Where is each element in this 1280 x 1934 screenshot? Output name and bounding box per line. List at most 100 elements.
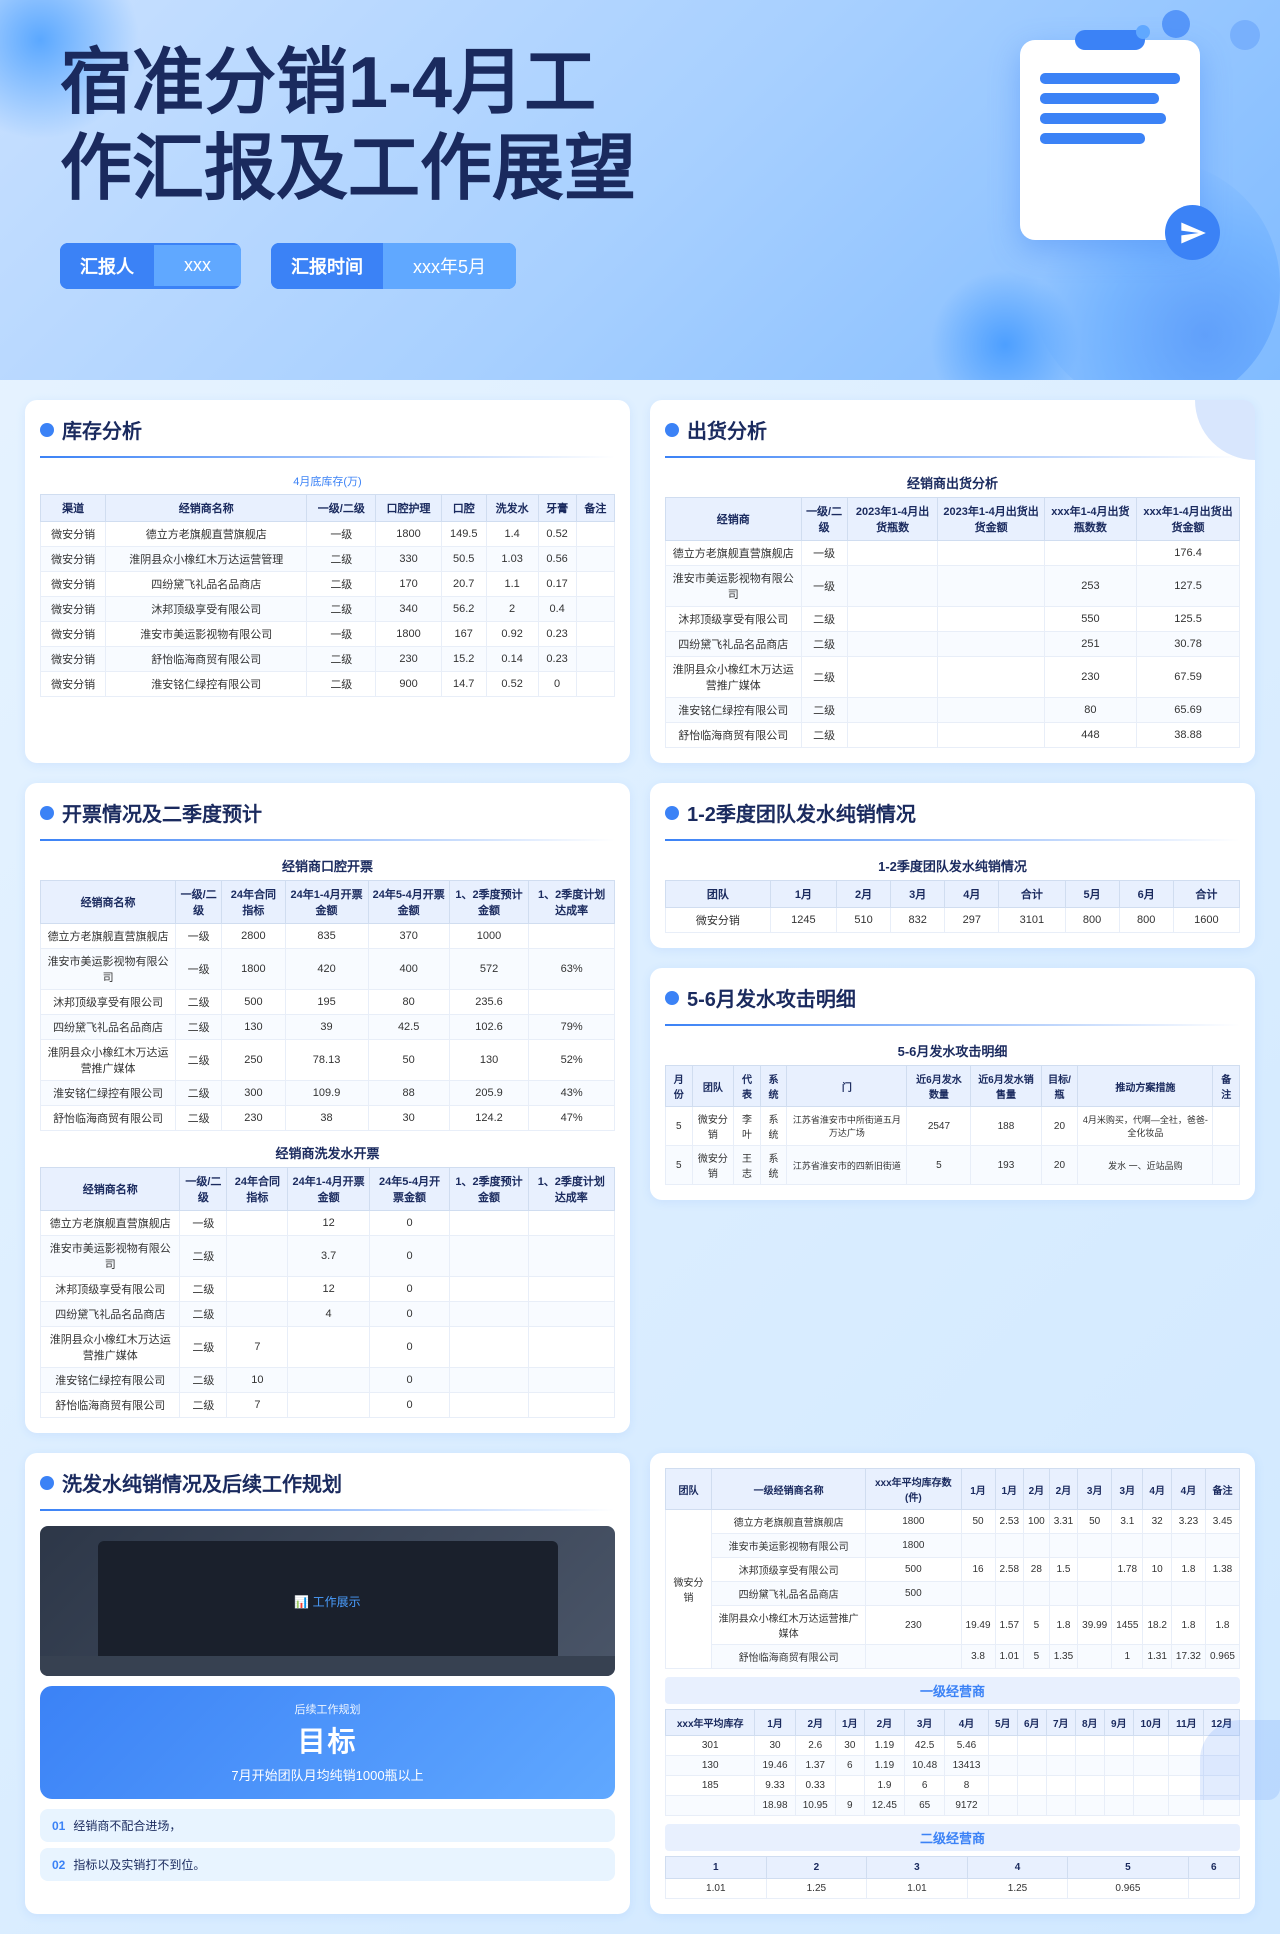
team-sales-underline [665, 839, 1240, 841]
work-item-num: 01 [52, 1819, 65, 1833]
table-row: 微安分销沐邦顶级享受有限公司二级34056.220.4 [41, 597, 615, 622]
time-meta: 汇报时间 xxx年5月 [271, 243, 516, 289]
table-row: 淮阴县众小橡红木万达运营推广媒体二级70 [41, 1327, 615, 1368]
th-channel: 渠道 [41, 495, 106, 522]
table-row: 淮阴县众小橡红木万达运营推广媒体 230 19.491.57 51.8 39.9… [666, 1606, 1240, 1645]
table-row: 301302.6 301.1942.5 5.46 [666, 1736, 1240, 1756]
inventory-card: 库存分析 4月底库存(万) 渠道 经销商名称 一级/二级 口腔护理 口腔 洗发水… [25, 400, 630, 763]
attack-plan-underline [665, 1024, 1240, 1026]
table-row: 四纷黛飞礼品名品商店二级25130.78 [666, 632, 1240, 657]
shipment-title-text: 出货分析 [687, 415, 767, 444]
team-sales-title-text: 1-2季度团队发水纯销情况 [687, 798, 916, 827]
table-row: 淮安市美运影视物有限公司二级3.70 [41, 1236, 615, 1277]
inventory-dot [40, 423, 54, 437]
table-row: 微安分销 1245 510 832 297 3101 800 800 1600 [666, 908, 1240, 933]
th-oral2: 口腔 [441, 495, 486, 522]
invoice-table2: 经销商名称 一级/二级 24年合同指标 24年1-4月开票金额 24年5-4月开… [40, 1167, 615, 1418]
invoice-card: 开票情况及二季度预计 经销商口腔开票 经销商名称 一级/二级 24年合同指标 2… [25, 783, 630, 1433]
deco-tiny-circle [1136, 25, 1150, 39]
table-row: 淮安铭仁绿控有限公司二级8065.69 [666, 698, 1240, 723]
table-row: 舒怡临海商贸有限公司二级70 [41, 1393, 615, 1418]
shipment-table: 经销商 一级/二级 2023年1-4月出货瓶数 2023年1-4月出货出货金额 … [665, 497, 1240, 748]
table-row: 微安分销 德立方老旗舰直营旗舰店 1800 502.53 1003.31 503… [666, 1510, 1240, 1534]
laptop-image: 📊 工作展示 [40, 1526, 615, 1676]
table-row: 四纷黛飞礼品名品商店二级40 [41, 1302, 615, 1327]
table-row: 淮阴县众小橡红木万达运营推广媒体二级25078.135013052% [41, 1040, 615, 1081]
sales-table-card: 团队 一级经销商名称 xxx年平均库存数(件) 1月 1月 2月 2月 3月 3… [650, 1453, 1255, 1914]
sales-main-table: 团队 一级经销商名称 xxx年平均库存数(件) 1月 1月 2月 2月 3月 3… [665, 1468, 1240, 1669]
time-label: 汇报时间 [271, 243, 383, 289]
target-pre-label: 后续工作规划 [60, 1701, 595, 1717]
level2-title: 二级经营商 [665, 1824, 1240, 1851]
table-row: 微安分销淮安市美运影视物有限公司一级18001670.920.23 [41, 622, 615, 647]
shipment-dot [665, 423, 679, 437]
table-row: 5微安分销李叶系统 江苏省淮安市中所街道五月万达广场 254718820 4月米… [666, 1107, 1240, 1146]
table-row: 微安分销淮阴县众小橡红木万达运营管理二级33050.51.030.56 [41, 547, 615, 572]
table-row: 淮安市美运影视物有限公司一级180042040057263% [41, 949, 615, 990]
main-content: 库存分析 4月底库存(万) 渠道 经销商名称 一级/二级 口腔护理 口腔 洗发水… [0, 380, 1280, 1453]
th-oral: 口腔护理 [376, 495, 441, 522]
table-row: 淮阴县众小橡红木万达运营推广媒体二级23067.59 [666, 657, 1240, 698]
laptop-screen: 📊 工作展示 [98, 1541, 558, 1661]
table-row: 舒怡临海商贸有限公司 3.81.01 51.35 1 1.3117.32 0.9… [666, 1645, 1240, 1669]
attack-plan-title: 5-6月发水攻击明细 [665, 983, 1240, 1012]
clipboard-line [1040, 73, 1180, 84]
top-right-deco [1195, 400, 1255, 460]
work-title-text: 洗发水纯销情况及后续工作规划 [62, 1468, 342, 1497]
work-title: 洗发水纯销情况及后续工作规划 [40, 1468, 615, 1497]
attack-plan-card: 5-6月发水攻击明细 5-6月发水攻击明细 月份 团队 代表 系统 门 近6月发… [650, 968, 1255, 1200]
team-sales-card: 1-2季度团队发水纯销情况 1-2季度团队发水纯销情况 团队 1月 2月 3月 … [650, 783, 1255, 948]
clipboard-clip [1075, 30, 1145, 50]
th-level: 一级/二级 [307, 495, 376, 522]
table-row: 5微安分销王志系统 江苏省淮安市的四新旧街道 519320 发水 一、近站品购 [666, 1146, 1240, 1185]
invoice-subtitle2: 经销商洗发水开票 [40, 1143, 615, 1162]
corner-deco [1200, 1720, 1280, 1800]
team-sales-title: 1-2季度团队发水纯销情况 [665, 798, 1240, 827]
reporter-value: xxx [154, 245, 241, 286]
work-item-1: 01 经销商不配合进场， [40, 1809, 615, 1842]
laptop-screen-content: 📊 工作展示 [294, 1593, 360, 1610]
work-item-text2: 指标以及实销打不到位。 [73, 1856, 205, 1873]
level2-table: 1 2 3 4 5 6 1.01 1.25 1.01 1.25 0.965 [665, 1856, 1240, 1899]
attack-plan-title-text: 5-6月发水攻击明细 [687, 983, 856, 1012]
team-sales-subtitle: 1-2季度团队发水纯销情况 [665, 856, 1240, 875]
work-dot [40, 1476, 54, 1490]
clipboard-line [1040, 113, 1166, 124]
attack-plan-dot [665, 991, 679, 1005]
table-row: 淮安市美运影视物有限公司一级253127.5 [666, 566, 1240, 607]
inventory-underline [40, 456, 615, 458]
title-line2: 作汇报及工作展望 [60, 129, 636, 209]
table-row: 微安分销四纷黛飞礼品名品商店二级17020.71.10.17 [41, 572, 615, 597]
top-grid: 库存分析 4月底库存(万) 渠道 经销商名称 一级/二级 口腔护理 口腔 洗发水… [25, 400, 1255, 1433]
th-dealer: 经销商名称 [106, 495, 307, 522]
table-row: 微安分销德立方老旗舰直营旗舰店一级1800149.51.40.52 [41, 522, 615, 547]
target-box: 后续工作规划 目标 7月开始团队月均纯销1000瓶以上 [40, 1686, 615, 1799]
laptop-keyboard [40, 1656, 615, 1676]
invoice-subtitle1: 经销商口腔开票 [40, 856, 615, 875]
table-row: 淮安市美运影视物有限公司 1800 [666, 1534, 1240, 1558]
inventory-table: 渠道 经销商名称 一级/二级 口腔护理 口腔 洗发水 牙膏 备注 微安分销德立方… [40, 494, 615, 697]
table-row: 沐邦顶级享受有限公司二级50019580235.6 [41, 990, 615, 1015]
table-row: 淮安铭仁绿控有限公司二级100 [41, 1368, 615, 1393]
work-section-card: 洗发水纯销情况及后续工作规划 📊 工作展示 后续工作规划 目标 7月开始团队月均… [25, 1453, 630, 1914]
target-title: 目标 [60, 1720, 595, 1760]
table-row: 微安分销淮安铭仁绿控有限公司二级90014.70.520 [41, 672, 615, 697]
inventory-subtitle: 4月底库存(万) [40, 473, 615, 489]
th-remark: 备注 [576, 495, 614, 522]
shipment-card: 出货分析 经销商出货分析 经销商 一级/二级 2023年1-4月出货瓶数 202… [650, 400, 1255, 763]
th-toothpaste: 牙膏 [538, 495, 576, 522]
invoice-title: 开票情况及二季度预计 [40, 798, 615, 827]
invoice-title-text: 开票情况及二季度预计 [62, 798, 262, 827]
bottom-grid: 洗发水纯销情况及后续工作规划 📊 工作展示 后续工作规划 目标 7月开始团队月均… [0, 1453, 1280, 1934]
header-section: 宿准分销1-4月工 作汇报及工作展望 汇报人 xxx 汇报时间 [0, 0, 1280, 380]
invoice-underline [40, 839, 615, 841]
work-item-num2: 02 [52, 1858, 65, 1872]
clipboard-line [1040, 93, 1159, 104]
th-shampoo: 洗发水 [486, 495, 538, 522]
invoice-table1: 经销商名称 一级/二级 24年合同指标 24年1-4月开票金额 24年5-4月开… [40, 880, 615, 1131]
table-row: 四纷黛飞礼品名品商店 500 [666, 1582, 1240, 1606]
header-icon [1020, 40, 1200, 240]
header-meta: 汇报人 xxx 汇报时间 xxx年5月 [60, 243, 1220, 289]
table-row: 沐邦顶级享受有限公司 500 162.58 281.5 1.78 101.8 1… [666, 1558, 1240, 1582]
corner-blob [1195, 400, 1255, 460]
